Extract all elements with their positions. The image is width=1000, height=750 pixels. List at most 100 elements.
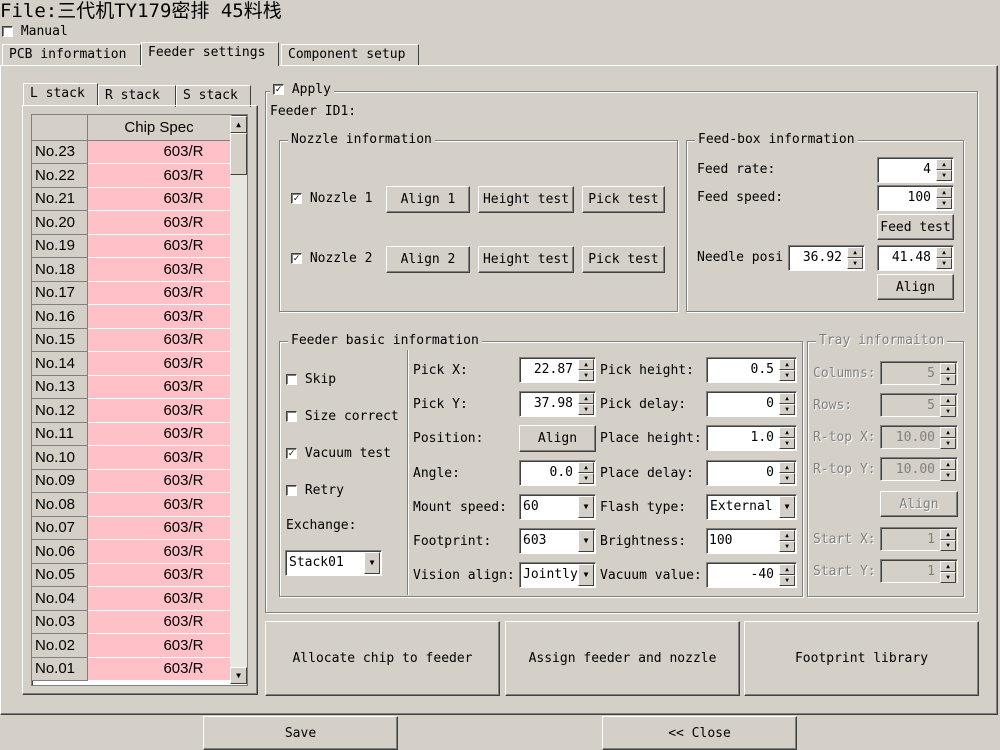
pick-test2-button[interactable]: Pick test: [582, 246, 665, 273]
tab-component-setup[interactable]: Component setup: [281, 44, 419, 66]
needle-x-spinner[interactable]: 36.92 ▲ ▼: [788, 245, 865, 271]
chip-spec-cell[interactable]: 603/R: [87, 257, 232, 282]
table-row[interactable]: No.08 603/R: [32, 492, 232, 517]
row-header[interactable]: No.22: [32, 163, 88, 188]
scroll-down-icon[interactable]: ▼: [230, 667, 247, 684]
close-button[interactable]: << Close: [602, 716, 797, 750]
table-row[interactable]: No.11 603/R: [32, 422, 232, 446]
spin-up-icon[interactable]: ▲: [779, 462, 795, 473]
spin-down-icon[interactable]: ▼: [578, 473, 594, 484]
chip-spec-cell[interactable]: 603/R: [87, 187, 232, 211]
spin-up-icon[interactable]: ▲: [779, 427, 795, 438]
feed-rate-spinner[interactable]: 4 ▲ ▼: [877, 157, 954, 183]
angle-spinner[interactable]: 0.0 ▲ ▼: [519, 460, 596, 486]
chip-spec-cell[interactable]: 603/R: [87, 234, 232, 258]
tray-align-button[interactable]: Align: [880, 491, 958, 517]
tab-s-stack[interactable]: S stack: [176, 85, 251, 107]
tab-feeder-settings[interactable]: Feeder settings: [141, 42, 279, 66]
table-row[interactable]: No.18 603/R: [32, 257, 232, 282]
exchange-select[interactable]: Stack01 ▼: [285, 550, 382, 576]
row-header[interactable]: No.03: [32, 610, 88, 634]
nozzle1-checkbox[interactable]: ✓ Nozzle 1: [291, 191, 372, 206]
row-header[interactable]: No.15: [32, 328, 88, 352]
table-row[interactable]: No.19 603/R: [32, 234, 232, 258]
row-header[interactable]: No.01: [32, 657, 88, 681]
size-correct-check-box[interactable]: [286, 411, 297, 422]
row-header[interactable]: No.09: [32, 469, 88, 493]
tab-r-stack[interactable]: R stack: [98, 85, 176, 107]
align1-button[interactable]: Align 1: [386, 186, 470, 213]
spin-down-icon[interactable]: ▼: [936, 258, 952, 269]
table-row[interactable]: No.21 603/R: [32, 187, 232, 211]
spin-down-icon[interactable]: ▼: [936, 170, 952, 181]
apply-checkbox[interactable]: ✓ Apply: [270, 82, 334, 97]
dropdown-arrow-icon[interactable]: ▼: [779, 496, 795, 518]
height-test2-button[interactable]: Height test: [478, 246, 574, 273]
row-header[interactable]: No.14: [32, 351, 88, 376]
table-row[interactable]: No.02 603/R: [32, 633, 232, 658]
row-header[interactable]: No.21: [32, 187, 88, 211]
spin-up-icon[interactable]: ▲: [847, 247, 863, 258]
row-header[interactable]: No.06: [32, 539, 88, 564]
spin-up-icon[interactable]: ▲: [936, 159, 952, 170]
chip-spec-cell[interactable]: 603/R: [87, 445, 232, 470]
spin-up-icon[interactable]: ▲: [936, 247, 952, 258]
table-row[interactable]: No.20 603/R: [32, 210, 232, 235]
spin-down-icon[interactable]: ▼: [847, 258, 863, 269]
chip-spec-cell[interactable]: 603/R: [87, 657, 232, 681]
spin-down-icon[interactable]: ▼: [779, 541, 795, 552]
spin-down-icon[interactable]: ▼: [940, 438, 956, 449]
row-header[interactable]: No.19: [32, 234, 88, 258]
chip-spec-header[interactable]: Chip Spec: [87, 115, 232, 141]
skip-checkbox[interactable]: Skip: [286, 372, 336, 387]
start-y-spinner[interactable]: 1 ▲ ▼: [880, 559, 958, 583]
manual-check-box[interactable]: [2, 26, 13, 37]
needle-y-spinner[interactable]: 41.48 ▲ ▼: [877, 245, 954, 271]
chip-spec-cell[interactable]: 603/R: [87, 469, 232, 493]
brightness-spinner[interactable]: 100 ▲ ▼: [706, 528, 797, 554]
row-header[interactable]: No.08: [32, 492, 88, 517]
table-row[interactable]: No.15 603/R: [32, 328, 232, 352]
chip-spec-cell[interactable]: 603/R: [87, 163, 232, 188]
spin-down-icon[interactable]: ▼: [940, 374, 956, 385]
row-header[interactable]: No.12: [32, 398, 88, 423]
flash-type-select[interactable]: External ▼: [706, 494, 797, 520]
nozzle1-check-box[interactable]: ✓: [291, 193, 302, 204]
spin-up-icon[interactable]: ▲: [940, 395, 956, 406]
allocate-chip-button[interactable]: Allocate chip to feeder: [265, 621, 500, 696]
needle-align-button[interactable]: Align: [877, 274, 954, 300]
chip-spec-cell[interactable]: 603/R: [87, 375, 232, 399]
rows-spinner[interactable]: 5 ▲ ▼: [880, 393, 958, 417]
tab-pcb-information[interactable]: PCB information: [2, 44, 141, 66]
pick-x-spinner[interactable]: 22.87 ▲ ▼: [519, 357, 596, 383]
rtop-y-spinner[interactable]: 10.00 ▲ ▼: [880, 457, 958, 481]
spin-down-icon[interactable]: ▼: [779, 370, 795, 381]
chip-spec-cell[interactable]: 603/R: [87, 492, 232, 517]
dropdown-arrow-icon[interactable]: ▼: [578, 496, 594, 518]
chip-spec-cell[interactable]: 603/R: [87, 586, 232, 611]
row-header[interactable]: No.13: [32, 375, 88, 399]
feed-test-button[interactable]: Feed test: [877, 214, 954, 240]
pick-y-spinner[interactable]: 37.98 ▲ ▼: [519, 391, 596, 417]
chip-spec-cell[interactable]: 603/R: [87, 210, 232, 235]
scroll-thumb[interactable]: [230, 133, 247, 175]
chip-spec-cell[interactable]: 603/R: [87, 398, 232, 423]
table-row[interactable]: No.05 603/R: [32, 563, 232, 587]
spin-up-icon[interactable]: ▲: [578, 462, 594, 473]
chip-spec-cell[interactable]: 603/R: [87, 516, 232, 540]
retry-checkbox[interactable]: Retry: [286, 483, 344, 498]
spin-down-icon[interactable]: ▼: [940, 572, 956, 583]
row-header[interactable]: No.23: [32, 140, 88, 164]
height-test1-button[interactable]: Height test: [478, 186, 574, 213]
spin-up-icon[interactable]: ▲: [940, 459, 956, 470]
vacuum-test-check-box[interactable]: ✓: [286, 448, 297, 459]
assign-feeder-button[interactable]: Assign feeder and nozzle: [505, 621, 740, 696]
table-row[interactable]: No.22 603/R: [32, 163, 232, 188]
row-header[interactable]: No.02: [32, 633, 88, 658]
spin-down-icon[interactable]: ▼: [940, 540, 956, 551]
row-header[interactable]: No.04: [32, 586, 88, 611]
place-delay-spinner[interactable]: 0 ▲ ▼: [706, 460, 797, 486]
row-header[interactable]: No.10: [32, 445, 88, 470]
columns-spinner[interactable]: 5 ▲ ▼: [880, 361, 958, 385]
start-x-spinner[interactable]: 1 ▲ ▼: [880, 527, 958, 551]
